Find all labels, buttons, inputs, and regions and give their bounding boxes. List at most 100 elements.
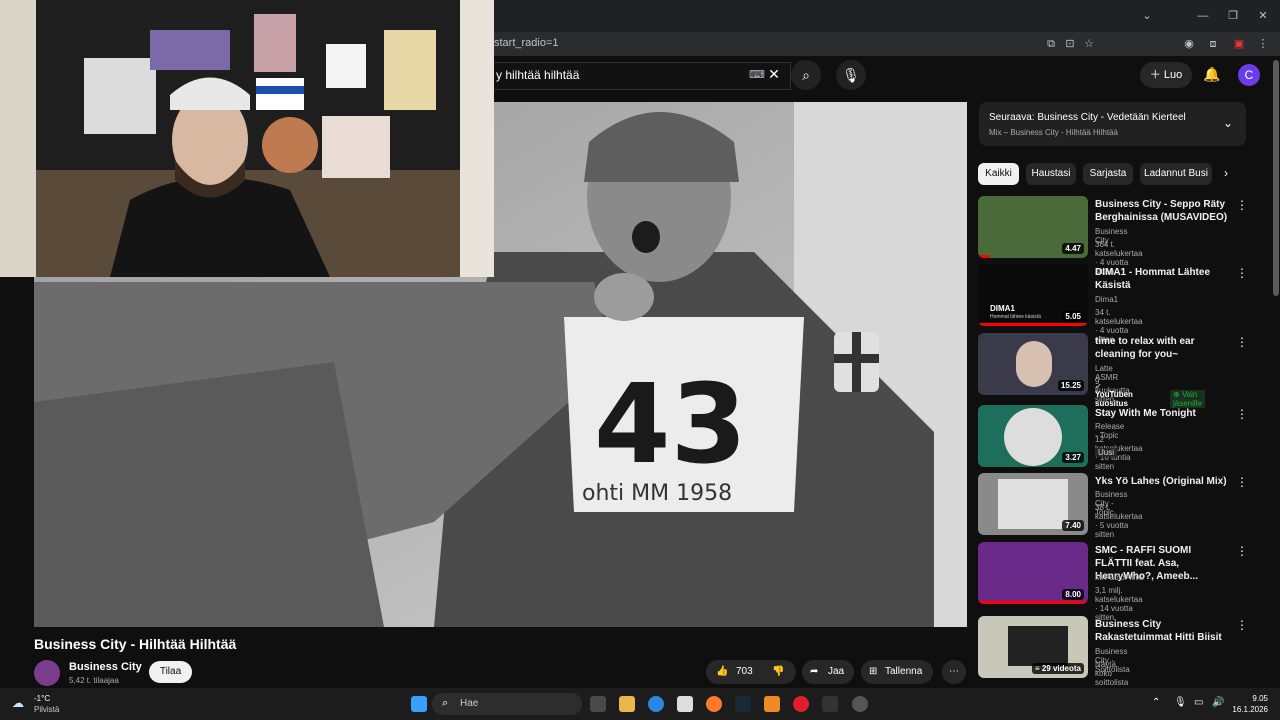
kebab-icon[interactable]: ⋮ (1236, 618, 1248, 632)
notifications-bell-icon[interactable]: 🔔 (1203, 67, 1220, 81)
weather-desc[interactable]: Pilvistä (34, 705, 59, 714)
video-title[interactable]: Stay With Me Tonight (1095, 407, 1231, 420)
kebab-icon[interactable]: ⋮ (1236, 407, 1248, 421)
menu-kebab-icon[interactable]: ⋮ (1256, 37, 1270, 51)
taskbar-search[interactable]: ⌕ Hae (432, 693, 582, 715)
picture-in-picture-icon[interactable]: ⧉ (1044, 37, 1058, 51)
create-label: Luo (1163, 69, 1183, 81)
members-only-badge: ⊕ Vain jäsenille (1170, 390, 1205, 408)
terminal-icon[interactable] (822, 696, 838, 712)
maximize-icon[interactable]: ❐ (1226, 9, 1240, 23)
extensions-icon[interactable]: ⧈ (1206, 37, 1220, 51)
video-meta: 38 t. katselukertaa · 5 vuotta sitten (1095, 503, 1143, 539)
channel-avatar[interactable] (34, 660, 60, 686)
thumbnail[interactable]: 15.25 (978, 333, 1088, 395)
thumbnail[interactable]: ≡ 29 videota (978, 616, 1088, 678)
subscribe-button[interactable]: Tilaa (149, 661, 192, 683)
chip-from-series[interactable]: Sarjasta (1083, 163, 1133, 185)
task-view-icon[interactable] (590, 696, 606, 712)
view-playlist-link[interactable]: Näytä koko soittolista (1095, 660, 1128, 687)
save-button[interactable]: ⊞ Tallenna (861, 660, 933, 684)
taskbar (0, 688, 1280, 720)
up-next-panel[interactable]: Seuraava: Business City - Vedetään Kiert… (979, 102, 1246, 146)
bookmark-icon: ⊞ (869, 666, 878, 677)
duration-badge: 3.27 (1062, 452, 1084, 463)
thumbnail[interactable]: 7.40 (978, 473, 1088, 535)
like-dislike-group: 👍 703 👎 (706, 660, 796, 684)
channel-name[interactable]: Business City (69, 661, 142, 673)
video-title[interactable]: DIMA1 - Hommat Lähtee Käsistä (1095, 266, 1231, 292)
like-count[interactable]: 703 (736, 660, 753, 684)
steam-icon[interactable] (735, 696, 751, 712)
kebab-icon[interactable]: ⋮ (1236, 266, 1248, 280)
video-title[interactable]: time to relax with ear cleaning for you~ (1095, 335, 1231, 361)
chip-all[interactable]: Kaikki (978, 163, 1019, 185)
playlist-title[interactable]: Business City Rakastetuimmat Hitti Biisi… (1095, 618, 1231, 644)
chevron-down-icon[interactable]: ⌄ (1140, 9, 1154, 23)
kebab-icon[interactable]: ⋮ (1236, 335, 1248, 349)
bib-number: 43 (594, 360, 747, 488)
firefox-icon[interactable] (706, 696, 722, 712)
clear-search-icon[interactable]: ✕ (767, 67, 781, 81)
store-icon[interactable] (677, 696, 693, 712)
thumbnail[interactable]: 3.27 (978, 405, 1088, 467)
thumbnail-text: DIMA1 (990, 304, 1015, 313)
close-window-icon[interactable]: ✕ (1256, 9, 1270, 23)
members-icon: ⊕ (1173, 390, 1182, 399)
thumbnail-person (1016, 341, 1052, 387)
video-title[interactable]: Yks Yö Lahes (Original Mix) (1095, 475, 1231, 488)
share-button[interactable]: ➦ Jaa (802, 660, 854, 684)
chevron-right-icon[interactable]: › (1224, 166, 1228, 180)
clock-date[interactable]: 16.1.2026 (1220, 705, 1268, 714)
channel-name[interactable]: Dima1 (1095, 295, 1118, 304)
chip-uploaded-by[interactable]: Ladannut Busi (1140, 163, 1212, 185)
file-explorer-icon[interactable] (619, 696, 635, 712)
up-next-subtitle: Mix – Business City - Hilhtää Hilhtää (989, 128, 1118, 137)
dislike-icon[interactable]: 👎 (772, 660, 784, 684)
edge-icon[interactable] (648, 696, 664, 712)
thumbnail[interactable]: DIMA1 Hommat lähtee käsistä 5.05 (978, 264, 1088, 326)
kebab-icon[interactable]: ⋮ (1236, 475, 1248, 489)
account-avatar[interactable]: C (1238, 64, 1260, 86)
webcam-overlay (0, 0, 494, 277)
chevron-up-icon[interactable]: ⌃ (1152, 697, 1160, 708)
url-text[interactable]: start_radio=1 (494, 37, 559, 49)
kebab-icon[interactable]: ⋮ (1236, 544, 1248, 558)
video-title[interactable]: Business City - Seppo Räty Berghainissa … (1095, 198, 1231, 224)
chip-from-search[interactable]: Haustasi (1026, 163, 1076, 185)
duration-badge: 4.47 (1062, 243, 1084, 254)
video-title: Business City - Hilhtää Hilhtää (34, 636, 237, 652)
watch-progress-bar (978, 255, 990, 258)
search-value[interactable]: y hilhtää hilhtää (496, 68, 579, 82)
kebab-icon[interactable]: ⋮ (1236, 198, 1248, 212)
thumbnail[interactable]: 8.00 (978, 542, 1088, 604)
clock-time[interactable]: 9.05 (1224, 694, 1268, 703)
duration-badge: 5.05 (1062, 311, 1084, 322)
obs-icon[interactable] (852, 696, 868, 712)
vlc-icon[interactable] (764, 696, 780, 712)
up-next-title: Seuraava: Business City - Vedetään Kiert… (989, 112, 1186, 123)
star-icon[interactable]: ☆ (1082, 37, 1096, 51)
channel-name[interactable]: MrPabloFilms (1095, 573, 1144, 582)
profile-icon[interactable]: ◉ (1182, 37, 1196, 51)
opera-icon[interactable] (793, 696, 809, 712)
microphone-icon: 🎙 (842, 67, 860, 83)
microphone-icon[interactable]: 🎙 (1174, 697, 1187, 708)
keyboard-icon[interactable]: ⌨ (749, 68, 765, 82)
new-badge: Uusi (1095, 448, 1118, 457)
network-icon[interactable]: ▭ (1194, 697, 1203, 708)
create-button[interactable]: ＋ Luo (1140, 62, 1192, 88)
more-horizontal-icon: ⋯ (949, 666, 959, 677)
thumbnail[interactable]: 4.47 (978, 196, 1088, 258)
extension-badge-icon[interactable]: ▣ (1232, 37, 1246, 51)
search-button[interactable]: ⌕ (791, 60, 821, 90)
install-icon[interactable]: ⊡ (1063, 37, 1077, 51)
scrollbar-thumb[interactable] (1273, 60, 1279, 296)
windows-start-icon[interactable] (411, 696, 427, 712)
minimize-icon[interactable]: — (1196, 9, 1210, 23)
chevron-down-icon[interactable]: ⌄ (1223, 116, 1233, 130)
like-icon[interactable]: 👍 (716, 660, 728, 684)
voice-search-button[interactable]: 🎙 (836, 60, 866, 90)
weather-temp[interactable]: -1°C (34, 694, 50, 703)
more-actions-button[interactable]: ⋯ (942, 660, 966, 684)
